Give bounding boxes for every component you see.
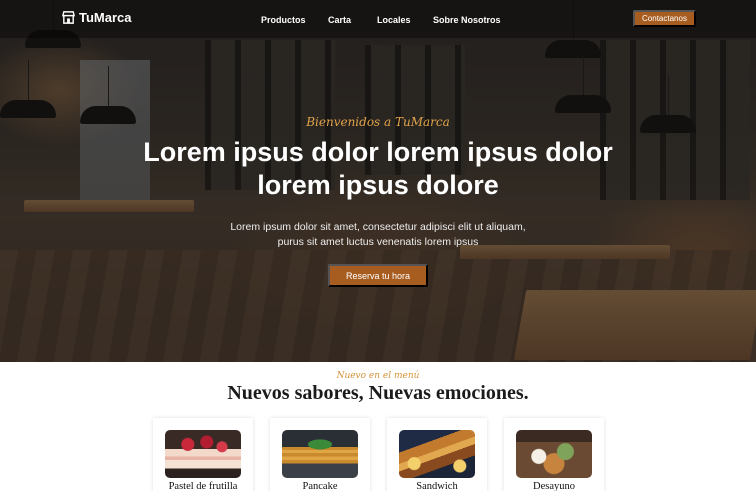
menu-card[interactable]: Desayuno	[504, 418, 604, 491]
pancake-image	[282, 430, 358, 478]
brand-name: TuMarca	[79, 10, 132, 25]
menu-card[interactable]: Sandwich	[387, 418, 487, 491]
storefront-icon	[61, 11, 76, 24]
hero-eyebrow: Bienvenidos a TuMarca	[306, 115, 450, 129]
hero-subtext-line1: Lorem ipsum dolor sit amet, consectetur …	[230, 221, 526, 233]
hero-headline-line1: Lorem ipsus dolor lorem ipsus dolor	[143, 137, 613, 167]
menu-card-label: Desayuno	[533, 481, 575, 491]
menu-cards: Pastel de frutilla Pancake Sandwich Desa…	[0, 418, 756, 491]
menu-card[interactable]: Pancake	[270, 418, 370, 491]
reserve-button[interactable]: Reserva tu hora	[328, 264, 428, 287]
nav-link-sobre-nosotros[interactable]: Sobre Nosotros	[433, 15, 501, 25]
menu-card[interactable]: Pastel de frutilla	[153, 418, 253, 491]
hero-headline: Lorem ipsus dolor lorem ipsus dolor lore…	[0, 136, 756, 202]
strawberry-cake-image	[165, 430, 241, 478]
hero-section: TuMarca Productos Carta Locales Sobre No…	[0, 0, 756, 362]
hero-subtext-line2: purus sit amet luctus venenatis lorem ip…	[277, 236, 479, 248]
menu-card-label: Sandwich	[416, 481, 458, 491]
hero-headline-line2: lorem ipsus dolore	[257, 170, 499, 200]
nav-link-carta[interactable]: Carta	[328, 15, 351, 25]
top-nav: TuMarca Productos Carta Locales Sobre No…	[0, 0, 756, 38]
brand-logo[interactable]: TuMarca	[61, 10, 132, 25]
menu-card-label: Pancake	[302, 481, 338, 491]
nav-link-productos[interactable]: Productos	[261, 15, 306, 25]
nav-link-locales[interactable]: Locales	[377, 15, 411, 25]
menu-eyebrow: Nuevo en el menú	[336, 371, 420, 381]
hero-subtext: Lorem ipsum dolor sit amet, consectetur …	[0, 220, 756, 250]
breakfast-image	[516, 430, 592, 478]
sandwich-image	[399, 430, 475, 478]
menu-card-label: Pastel de frutilla	[168, 481, 238, 491]
menu-title: Nuevos sabores, Nuevas emociones.	[227, 382, 529, 404]
contact-button[interactable]: Contactanos	[633, 10, 696, 27]
